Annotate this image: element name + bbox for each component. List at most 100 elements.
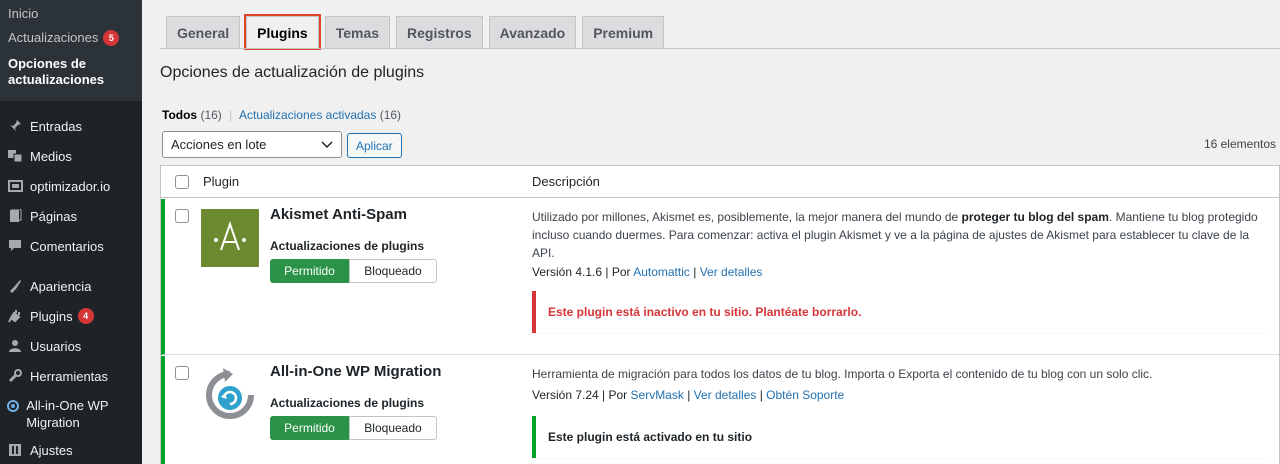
sidebar-item-label: Comentarios — [30, 238, 104, 254]
view-details-link[interactable]: Ver detalles — [694, 388, 757, 402]
column-header-plugin: Plugin — [203, 174, 240, 189]
plugin-version: Versión 7.24 | Por — [532, 388, 631, 402]
comments-icon — [6, 237, 24, 255]
update-toggle: Permitido Bloqueado — [270, 416, 437, 440]
filter-enabled-count: (16) — [379, 108, 402, 122]
tab-temas[interactable]: Temas — [324, 16, 391, 48]
blocked-button[interactable]: Bloqueado — [349, 416, 437, 440]
apply-button[interactable]: Aplicar — [347, 133, 402, 158]
table-row: Akismet Anti-Spam Actualizaciones de plu… — [161, 199, 1279, 355]
sidebar-item-label: Apariencia — [30, 278, 92, 294]
sidebar-item-entradas[interactable]: Entradas — [0, 111, 142, 141]
sidebar-item-usuarios[interactable]: Usuarios — [0, 331, 142, 361]
sidebar-item-ajustes[interactable]: Ajustes — [0, 435, 142, 464]
allowed-button[interactable]: Permitido — [270, 259, 349, 283]
sidebar-item-all-in-one[interactable]: All-in-One WP Migration — [0, 391, 142, 435]
tools-icon — [6, 367, 24, 385]
updates-count-badge: 5 — [103, 30, 120, 46]
meta-separator: | — [689, 265, 700, 279]
filter-all-link[interactable]: Todos — [162, 108, 197, 122]
plugin-name: Akismet Anti-Spam — [270, 206, 407, 223]
table-row: All-in-One WP Migration Actualizaciones … — [161, 356, 1279, 464]
migration-logo — [201, 366, 259, 424]
sidebar-item-label: Usuarios — [30, 338, 82, 354]
bulk-actions-select[interactable]: Acciones en lote — [162, 131, 342, 158]
plugin-updates-label: Actualizaciones de plugins — [270, 239, 425, 253]
table-header: Plugin Descripción — [161, 166, 1279, 198]
plugin-updates-label: Actualizaciones de plugins — [270, 396, 425, 410]
sidebar-item-label: Ajustes — [30, 442, 73, 458]
tab-general[interactable]: General — [166, 16, 241, 48]
sidebar-item-comentarios[interactable]: Comentarios — [0, 231, 142, 261]
settings-tabs: General Plugins Temas Registros Avanzado… — [166, 14, 670, 50]
plugin-version: Versión 4.1.6 | Por — [532, 265, 634, 279]
sidebar-item-label: Entradas — [30, 118, 83, 134]
appearance-icon — [6, 277, 24, 295]
submenu-item-opciones-actualizaciones[interactable]: Opciones de actualizaciones — [0, 50, 142, 91]
submenu-item-inicio[interactable]: Inicio — [0, 2, 142, 26]
blocked-button[interactable]: Bloqueado — [349, 259, 437, 283]
sidebar-item-label: optimizador.io — [30, 178, 111, 194]
meta-separator: | — [756, 388, 767, 402]
filter-all-count: (16) — [200, 108, 222, 122]
sidebar-item-paginas[interactable]: Páginas — [0, 201, 142, 231]
meta-separator: | — [683, 388, 694, 402]
inactive-notice: Este plugin está inactivo en tu sitio. P… — [532, 291, 1267, 333]
plugins-table: Plugin Descripción Akismet Anti-Spam Act… — [160, 165, 1280, 464]
author-link[interactable]: Automattic — [633, 265, 690, 279]
akismet-logo — [201, 209, 259, 267]
sidebar-item-label: Páginas — [30, 208, 77, 224]
sidebar-item-plugins[interactable]: Plugins 4 — [0, 301, 142, 331]
tab-premium[interactable]: Premium — [582, 16, 665, 48]
dashboard-submenu: Inicio Actualizaciones 5 Opciones de act… — [0, 0, 142, 101]
row-checkbox[interactable] — [175, 209, 189, 223]
plugin-name: All-in-One WP Migration — [270, 363, 442, 380]
sidebar-item-herramientas[interactable]: Herramientas — [0, 361, 142, 391]
plugin-description: Utilizado por millones, Akismet es, posi… — [532, 208, 1267, 262]
tab-avanzado[interactable]: Avanzado — [488, 16, 577, 48]
page-title: Opciones de actualización de plugins — [160, 64, 425, 81]
filter-links: Todos (16) | Actualizaciones activadas (… — [162, 108, 401, 122]
chevron-down-icon — [321, 137, 333, 152]
submenu-label: Actualizaciones — [8, 30, 99, 45]
filter-enabled-link[interactable]: Actualizaciones activadas — [239, 108, 376, 122]
pages-icon — [6, 207, 24, 225]
plugin-description: Herramienta de migración para todos los … — [532, 367, 1153, 381]
plugin-meta: Versión 7.24 | Por ServMask | Ver detall… — [532, 388, 844, 402]
author-link[interactable]: ServMask — [631, 388, 684, 402]
tab-plugins[interactable]: Plugins — [244, 14, 321, 50]
select-all-checkbox[interactable] — [175, 175, 189, 189]
sidebar-item-medios[interactable]: Medios — [0, 141, 142, 171]
description-bold: proteger tu blog del spam — [961, 210, 1109, 224]
media-icon — [6, 147, 24, 165]
users-icon — [6, 337, 24, 355]
sidebar-item-label: All-in-One WP Migration — [26, 398, 109, 430]
sidebar-item-optimizador[interactable]: optimizador.io — [0, 171, 142, 201]
active-notice: Este plugin está activado en tu sitio — [532, 416, 1267, 458]
submenu-item-actualizaciones[interactable]: Actualizaciones 5 — [0, 26, 142, 50]
sidebar-item-apariencia[interactable]: Apariencia — [0, 271, 142, 301]
get-support-link[interactable]: Obtén Soporte — [766, 388, 844, 402]
settings-icon — [6, 441, 24, 459]
allowed-button[interactable]: Permitido — [270, 416, 349, 440]
description-text: Utilizado por millones, Akismet es, posi… — [532, 210, 962, 224]
optimizer-icon — [6, 177, 24, 195]
migration-icon — [6, 397, 20, 415]
bulk-actions-value: Acciones en lote — [171, 137, 267, 152]
sidebar-item-label: Medios — [30, 148, 72, 164]
tabs-divider — [160, 48, 1280, 49]
tab-registros[interactable]: Registros — [396, 16, 483, 48]
pushpin-icon — [6, 117, 24, 135]
sidebar-item-label: Plugins — [30, 308, 73, 324]
plugins-icon — [6, 307, 24, 325]
filter-separator: | — [229, 108, 233, 122]
submenu-label: Inicio — [8, 6, 39, 21]
sidebar-item-label: Herramientas — [30, 368, 109, 384]
update-toggle: Permitido Bloqueado — [270, 259, 437, 283]
admin-sidebar: Inicio Actualizaciones 5 Opciones de act… — [0, 0, 142, 464]
row-checkbox[interactable] — [175, 366, 189, 380]
items-count: 16 elementos — [1203, 137, 1276, 151]
column-header-description: Descripción — [532, 174, 600, 189]
view-details-link[interactable]: Ver detalles — [700, 265, 763, 279]
plugins-update-badge: 4 — [77, 308, 94, 324]
